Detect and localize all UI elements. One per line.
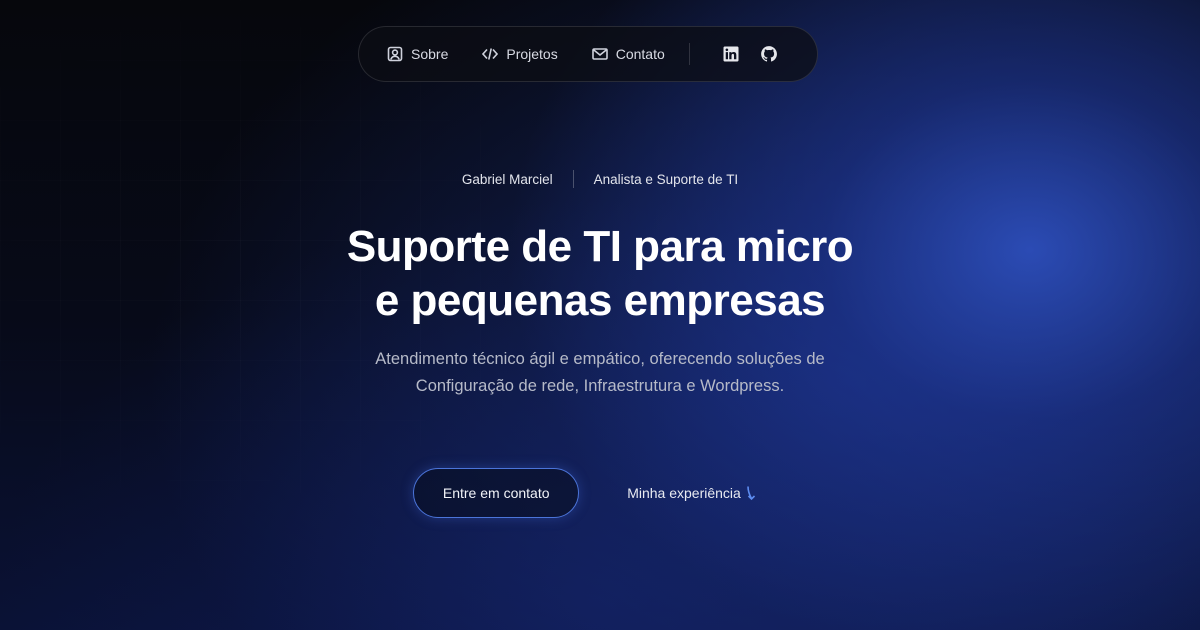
author-byline: Gabriel Marciel Analista e Suporte de TI <box>0 170 1200 188</box>
nav-label-contato: Contato <box>615 46 665 62</box>
nav-item-contato[interactable]: Contato <box>591 46 665 62</box>
nav-label-projetos: Projetos <box>506 46 558 62</box>
github-icon <box>760 46 777 62</box>
code-icon <box>482 48 499 60</box>
github-link[interactable] <box>758 43 780 65</box>
linkedin-icon <box>723 46 739 62</box>
nav-item-projetos[interactable]: Projetos <box>482 46 558 62</box>
experience-link[interactable]: Minha experiência <box>627 485 757 501</box>
contact-button[interactable]: Entre em contato <box>413 468 580 518</box>
author-role: Analista e Suporte de TI <box>593 171 739 187</box>
cta-row: Entre em contato Minha experiência <box>0 468 1200 518</box>
experience-link-label: Minha experiência <box>627 485 741 501</box>
linkedin-link[interactable] <box>720 43 742 65</box>
author-name: Gabriel Marciel <box>461 171 553 187</box>
nav-divider <box>688 43 690 65</box>
headline-line-2: e pequenas empresas <box>374 276 826 325</box>
nav-label-sobre: Sobre <box>411 46 449 62</box>
hero-headline: Suporte de TI para micro e pequenas empr… <box>0 220 1200 328</box>
arrow-down-icon <box>747 486 755 501</box>
subtitle-line-1: Atendimento técnico ágil e empático, ofe… <box>375 350 825 368</box>
hero-subtitle: Atendimento técnico ágil e empático, ofe… <box>0 346 1200 400</box>
mail-icon <box>591 48 608 60</box>
user-icon <box>387 46 403 62</box>
top-navbar: Sobre Projetos Contato <box>358 26 818 82</box>
byline-divider <box>572 170 574 188</box>
subtitle-line-2: Configuração de rede, Infraestrutura e W… <box>415 377 785 395</box>
headline-line-1: Suporte de TI para micro <box>346 222 854 271</box>
nav-item-sobre[interactable]: Sobre <box>387 46 448 62</box>
